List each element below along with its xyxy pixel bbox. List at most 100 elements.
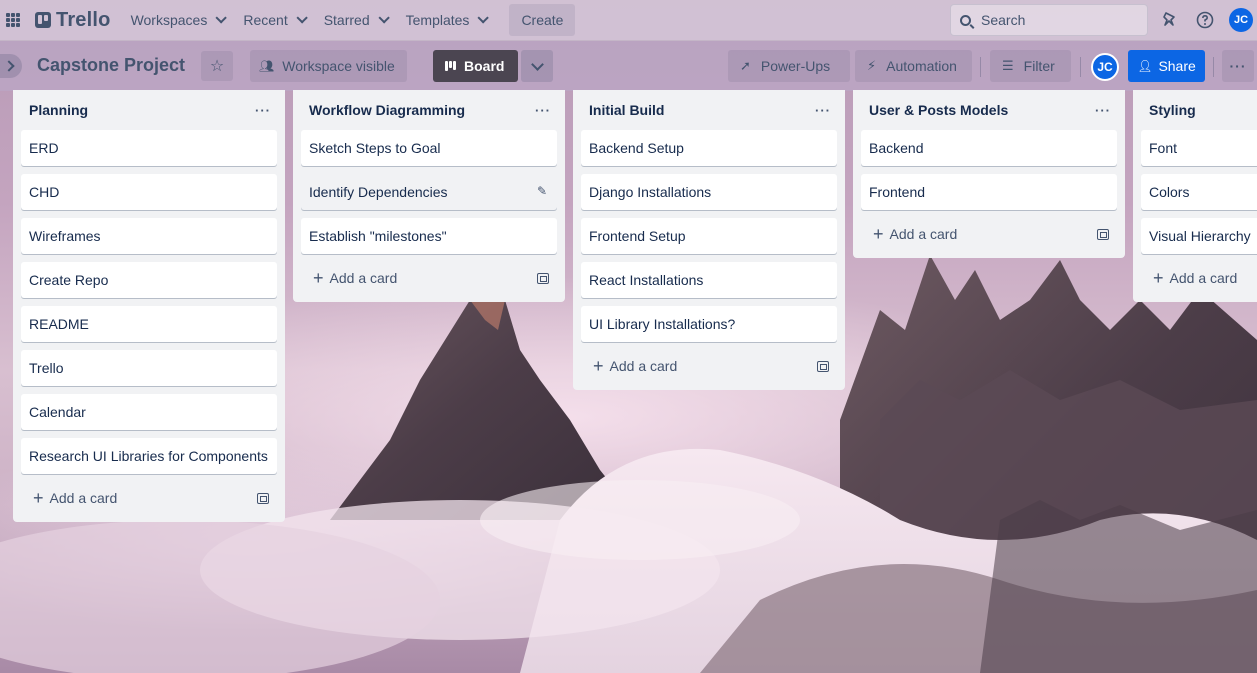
list-header: Initial Build ··· — [581, 90, 837, 130]
card[interactable]: Colors — [1141, 174, 1257, 210]
card[interactable]: Visual Hierarchy — [1141, 218, 1257, 254]
nav-recent-label: Recent — [243, 12, 288, 28]
board-icon — [445, 61, 456, 71]
nav-workspaces-label: Workspaces — [130, 12, 208, 28]
card[interactable]: Identify Dependencies ✎ — [301, 174, 557, 210]
share-label: Share — [1158, 58, 1196, 74]
card[interactable]: ERD — [21, 130, 277, 166]
add-card-button[interactable]: + Add a card — [33, 489, 118, 507]
add-card-label: Add a card — [49, 490, 118, 506]
nav-starred[interactable]: Starred — [314, 4, 396, 36]
list-header: Workflow Diagramming ··· — [301, 90, 557, 130]
plus-icon: + — [593, 356, 604, 376]
list-initial-build: Initial Build ··· Backend Setup Django I… — [573, 90, 845, 390]
nav-templates[interactable]: Templates — [396, 4, 496, 36]
card[interactable]: Django Installations — [581, 174, 837, 210]
card[interactable]: Wireframes — [21, 218, 277, 254]
card[interactable]: Sketch Steps to Goal — [301, 130, 557, 166]
card[interactable]: Research UI Libraries for Components — [21, 438, 277, 474]
list-menu-button[interactable]: ··· — [1089, 96, 1117, 124]
card[interactable]: Establish "milestones" — [301, 218, 557, 254]
add-card-label: Add a card — [329, 270, 398, 286]
chevron-down-icon — [477, 12, 490, 24]
add-card-button[interactable]: + Add a card — [873, 224, 958, 244]
add-person-icon: 👤︎ — [1137, 59, 1153, 73]
star-board-button[interactable]: ☆ — [201, 51, 233, 81]
board-menu-button[interactable]: ··· — [1222, 50, 1254, 82]
filter-button[interactable]: ☰ Filter — [990, 50, 1071, 82]
list-title[interactable]: Planning — [29, 102, 88, 118]
board-title[interactable]: Capstone Project — [37, 55, 185, 76]
nav-starred-label: Starred — [323, 12, 370, 28]
create-from-template-icon[interactable] — [1097, 228, 1109, 240]
board-header: Capstone Project ☆ 👥︎ Workspace visible … — [0, 41, 1257, 91]
list-menu-button[interactable]: ··· — [809, 96, 837, 124]
card-title: Identify Dependencies — [309, 184, 448, 200]
list-title[interactable]: Workflow Diagramming — [309, 102, 465, 118]
create-from-template-icon[interactable] — [817, 360, 829, 372]
nav-templates-label: Templates — [405, 12, 470, 28]
list-styling: Styling Font Colors Visual Hierarchy + Ad… — [1133, 90, 1257, 302]
add-card-button[interactable]: + Add a card — [593, 356, 678, 376]
trello-logo[interactable]: Trello — [35, 9, 111, 32]
list-header: Styling — [1141, 90, 1257, 130]
notifications-icon[interactable] — [1160, 11, 1178, 29]
card[interactable]: Backend — [861, 130, 1117, 166]
lightning-icon: ⚡︎ — [867, 58, 877, 73]
user-avatar[interactable]: JC — [1229, 8, 1253, 32]
header-divider — [980, 57, 981, 77]
list-header: User & Posts Models ··· — [861, 90, 1117, 130]
card[interactable]: Backend Setup — [581, 130, 837, 166]
pencil-icon[interactable]: ✎ — [537, 181, 547, 201]
list-title[interactable]: User & Posts Models — [869, 102, 1008, 118]
list-title[interactable]: Initial Build — [589, 102, 664, 118]
list-menu-button[interactable]: ··· — [249, 96, 277, 124]
list-title[interactable]: Styling — [1149, 102, 1196, 118]
chevron-down-icon — [215, 12, 228, 24]
chevron-down-icon — [296, 12, 308, 24]
visibility-button[interactable]: 👥︎ Workspace visible — [250, 50, 407, 82]
add-card-button[interactable]: + Add a card — [313, 269, 398, 287]
plus-icon: + — [1153, 268, 1164, 288]
app-switcher-icon[interactable] — [6, 13, 20, 27]
create-from-template-icon[interactable] — [537, 272, 549, 284]
expand-sidebar-button[interactable] — [0, 54, 22, 78]
nav-workspaces[interactable]: Workspaces — [121, 4, 234, 36]
add-card-button[interactable]: + Add a card — [1153, 268, 1238, 288]
card[interactable]: Create Repo — [21, 262, 277, 298]
add-card-row: + Add a card — [581, 350, 837, 382]
list-menu-button[interactable]: ··· — [529, 96, 557, 124]
create-from-template-icon[interactable] — [257, 492, 269, 504]
search-input[interactable]: Search — [950, 4, 1148, 36]
top-nav: Trello Workspaces Recent Starred Templat… — [0, 0, 1257, 41]
header-divider — [1213, 57, 1214, 77]
card[interactable]: CHD — [21, 174, 277, 210]
add-card-label: Add a card — [1169, 270, 1238, 286]
powerups-button[interactable]: ➚ Power-Ups — [728, 50, 850, 82]
filter-label: Filter — [1023, 58, 1055, 74]
member-avatar[interactable]: JC — [1091, 53, 1119, 81]
card[interactable]: Trello — [21, 350, 277, 386]
create-button[interactable]: Create — [509, 4, 576, 36]
share-button[interactable]: 👤︎ Share — [1128, 50, 1205, 82]
card[interactable]: Frontend — [861, 174, 1117, 210]
list-user-posts-models: User & Posts Models ··· Backend Frontend… — [853, 90, 1125, 258]
card[interactable]: UI Library Installations? — [581, 306, 837, 342]
card[interactable]: Calendar — [21, 394, 277, 430]
help-icon[interactable] — [1196, 11, 1214, 29]
nav-recent[interactable]: Recent — [233, 4, 313, 36]
board-view-label: Board — [464, 58, 505, 74]
logo-text: Trello — [56, 8, 111, 31]
views-dropdown-button[interactable] — [521, 50, 553, 82]
card[interactable]: Font — [1141, 130, 1257, 166]
card[interactable]: README — [21, 306, 277, 342]
add-card-label: Add a card — [609, 358, 678, 374]
card[interactable]: Frontend Setup — [581, 218, 837, 254]
rocket-icon: ➚ — [740, 58, 751, 73]
card[interactable]: React Installations — [581, 262, 837, 298]
add-card-label: Add a card — [889, 226, 958, 242]
automation-button[interactable]: ⚡︎ Automation — [855, 50, 972, 82]
powerups-label: Power-Ups — [760, 58, 831, 74]
plus-icon: + — [873, 224, 884, 244]
board-view-button[interactable]: Board — [433, 50, 518, 82]
